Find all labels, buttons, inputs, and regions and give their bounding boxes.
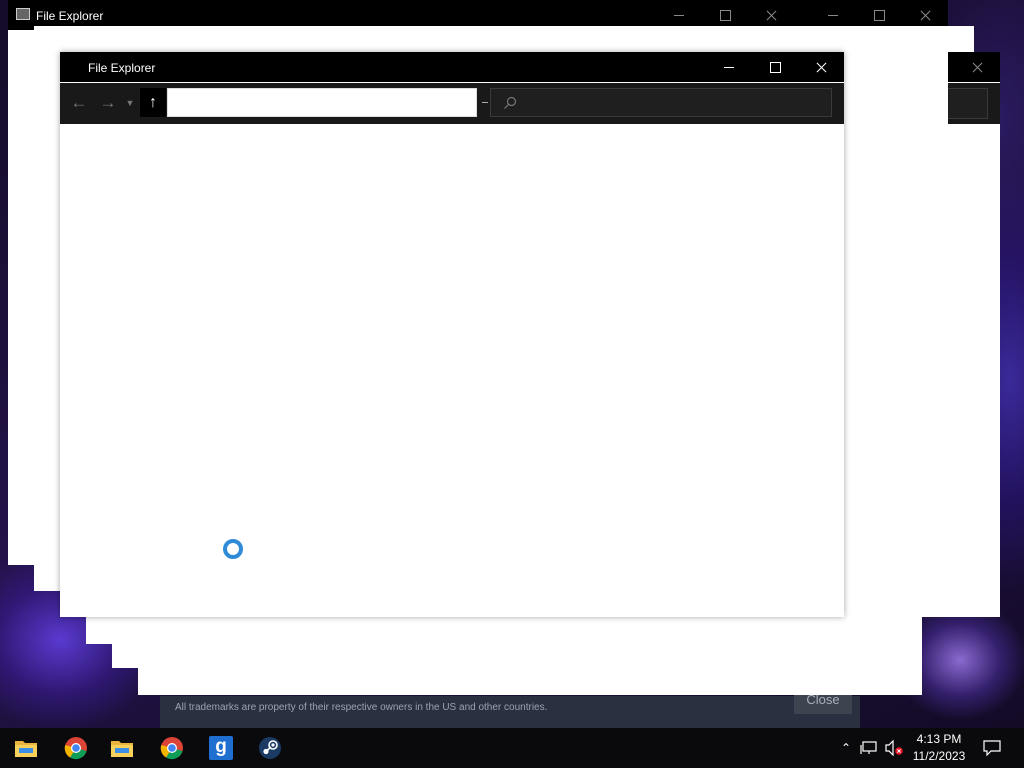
forward-arrow-icon[interactable]: →	[94, 89, 122, 117]
folder-icon[interactable]	[14, 736, 38, 760]
loading-spinner-icon	[223, 539, 243, 559]
minimize-icon[interactable]	[706, 52, 752, 82]
address-bar-input[interactable]	[167, 88, 477, 117]
app-icon	[16, 8, 30, 20]
steam-icon[interactable]	[258, 736, 282, 760]
window-title: File Explorer	[88, 61, 156, 75]
volume-muted-icon[interactable]	[884, 728, 906, 768]
taskbar: g ⌃ 4:13 PM 11/2/2023	[0, 728, 1024, 768]
search-input[interactable]	[490, 88, 832, 117]
show-hidden-icons-chevron-icon[interactable]: ⌃	[838, 728, 854, 768]
gmod-icon[interactable]: g	[209, 736, 233, 760]
close-icon[interactable]	[798, 52, 844, 82]
folder-icon[interactable]	[110, 736, 134, 760]
clock[interactable]: 4:13 PM 11/2/2023	[908, 728, 970, 768]
recent-locations-chevron-icon[interactable]: ▼	[124, 95, 136, 111]
window-titlebar[interactable]: File Explorer	[60, 52, 844, 82]
network-icon[interactable]	[860, 728, 882, 768]
chrome-icon[interactable]	[160, 736, 184, 760]
gmod-glyph: g	[215, 736, 227, 757]
action-center-icon[interactable]	[978, 728, 1008, 768]
clock-date: 11/2/2023	[912, 749, 966, 763]
up-arrow-icon[interactable]: ↑	[140, 88, 166, 117]
back-arrow-icon[interactable]: ←	[65, 89, 93, 117]
ghost-window-2b	[818, 26, 974, 52]
clock-time: 4:13 PM	[916, 732, 962, 746]
address-bar-divider	[482, 102, 488, 103]
window-title: File Explorer	[36, 9, 104, 23]
window-controls	[706, 52, 844, 82]
search-icon	[504, 96, 517, 109]
content-pane[interactable]	[60, 124, 844, 617]
maximize-icon[interactable]	[752, 52, 798, 82]
steam-dialog-footer: All trademarks are property of their res…	[160, 686, 860, 728]
close-icon[interactable]	[954, 52, 1000, 82]
chrome-icon[interactable]	[64, 736, 88, 760]
navigation-toolbar: ← → ▼ ↑	[60, 83, 844, 124]
trademark-text: All trademarks are property of their res…	[175, 702, 548, 713]
file-explorer-window-front[interactable]: File Explorer ← → ▼ ↑	[60, 52, 844, 617]
